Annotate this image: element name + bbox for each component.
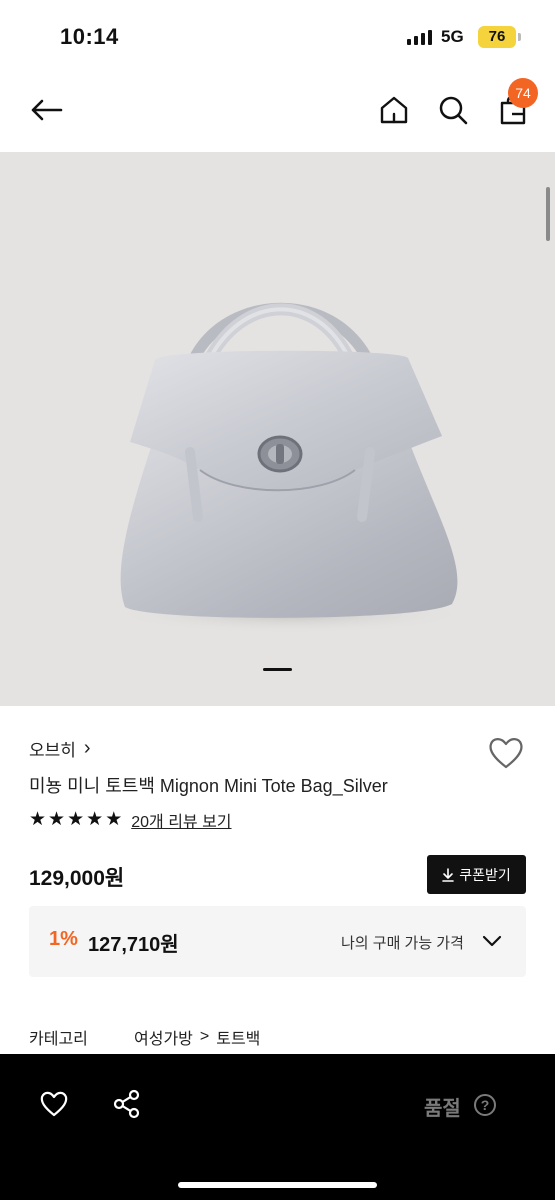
home-indicator [178, 1182, 377, 1188]
discount-rate: 1% [49, 928, 78, 950]
home-icon [380, 96, 408, 124]
rating-row: ★ ★ ★ ★ ★ 20개 리뷰 보기 [29, 808, 232, 832]
category-separator: > [199, 1028, 210, 1045]
heart-icon [40, 1091, 68, 1117]
search-button[interactable] [431, 88, 475, 132]
share-button[interactable] [107, 1084, 147, 1124]
battery-icon: 76 [478, 26, 521, 48]
wishlist-button[interactable] [487, 734, 525, 772]
heart-icon [489, 738, 523, 769]
network-type: 5G [441, 27, 464, 46]
home-button[interactable] [372, 88, 416, 132]
product-title: 미뇽 미니 토트백 Mignon Mini Tote Bag_Silver [29, 776, 388, 796]
share-icon [113, 1089, 140, 1119]
status-time: 10:14 [60, 24, 119, 49]
category-row: 카테고리 여성가방 > 토트백 [29, 1025, 260, 1049]
category-label: 카테고리 [29, 1031, 88, 1048]
status-bar: 10:14 5G 76 [0, 0, 555, 74]
coupon-button[interactable]: 쿠폰받기 [427, 855, 526, 894]
star-icon: ★ [105, 809, 123, 830]
brand-link[interactable]: 오브히 › [29, 736, 91, 761]
brand-name: 오브히 [29, 741, 76, 760]
image-scrollbar[interactable] [546, 187, 550, 241]
download-icon [442, 867, 455, 882]
sold-out-label: 품절 [424, 1098, 461, 1120]
product-price: 129,000원 [29, 867, 125, 890]
signal-icon [407, 29, 432, 45]
product-image-carousel[interactable] [0, 152, 555, 706]
my-price-value: 127,710원 [88, 934, 179, 956]
wishlist-bottom-button[interactable] [34, 1084, 74, 1124]
help-icon[interactable]: ? [474, 1094, 496, 1116]
chevron-down-icon [482, 935, 502, 947]
star-icon: ★ [67, 809, 85, 830]
bottom-action-bar: 품절 ? [0, 1054, 555, 1200]
image-page-indicator [263, 668, 292, 671]
category-link-tote[interactable]: 토트백 [216, 1025, 260, 1049]
star-icon: ★ [29, 809, 47, 830]
review-link[interactable]: 20개 리뷰 보기 [131, 808, 231, 832]
star-icon: ★ [48, 809, 66, 830]
coupon-label: 쿠폰받기 [459, 866, 511, 883]
arrow-left-icon [31, 99, 63, 121]
chevron-right-icon: › [83, 737, 91, 759]
top-nav [0, 74, 555, 152]
star-icon: ★ [86, 809, 104, 830]
product-photo [110, 302, 470, 634]
category-link-women-bags[interactable]: 여성가방 [134, 1025, 193, 1049]
search-icon [439, 96, 468, 125]
back-button[interactable] [24, 88, 68, 132]
my-price-dropdown[interactable]: 1% 127,710원 나의 구매 가능 가격 [29, 906, 526, 977]
cart-count-badge: 74 [508, 78, 538, 108]
my-price-label: 나의 구매 가능 가격 [341, 935, 464, 952]
